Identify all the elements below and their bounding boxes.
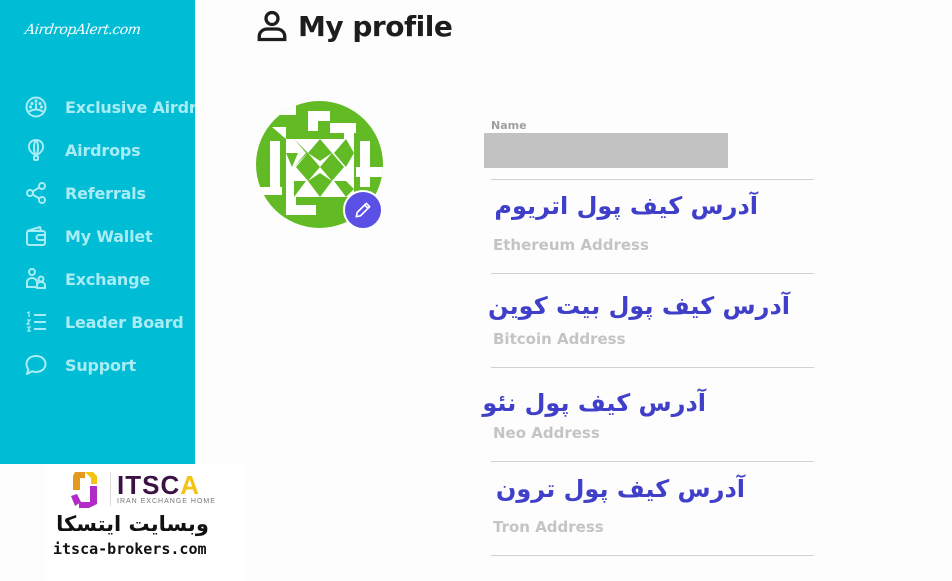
itsca-logo-icon — [71, 472, 97, 508]
ethereum-field-underline — [491, 273, 814, 274]
dashboard-icon — [23, 94, 49, 120]
sidebar-item-label: Referrals — [65, 183, 146, 203]
bitcoin-address-input[interactable] — [493, 328, 813, 350]
sidebar-item-label: Leader Board — [65, 312, 184, 332]
sidebar-item-exclusive-airdrops[interactable]: Exclusive Airdrops — [0, 87, 195, 127]
sidebar-item-support[interactable]: Support — [0, 345, 195, 385]
user-icon — [257, 10, 287, 42]
page-title: My profile — [298, 9, 453, 43]
itsca-tagline: IRAN EXCHANGE HOME — [117, 498, 216, 505]
itsca-url: itsca-brokers.com — [53, 540, 207, 558]
sidebar-item-label: Support — [65, 355, 136, 375]
page: AirdropAlert.com Exclusive Airdrops Aird… — [0, 0, 952, 581]
name-label: Name — [491, 119, 527, 132]
pencil-icon — [355, 202, 371, 218]
neo-annotation: آدرس کیف پول نئو — [482, 389, 706, 417]
balloon-icon — [23, 137, 49, 163]
brand-part: SC — [142, 470, 181, 500]
sidebar: AirdropAlert.com Exclusive Airdrops Aird… — [0, 0, 195, 464]
share-icon — [23, 180, 49, 206]
ordered-list-icon — [23, 309, 49, 335]
sidebar-item-referrals[interactable]: Referrals — [0, 173, 195, 213]
sidebar-item-label: My Wallet — [65, 226, 153, 246]
brand-part: IT — [117, 470, 143, 500]
itsca-brand: ITSCA — [117, 470, 200, 501]
edit-avatar-button[interactable] — [343, 190, 383, 230]
sidebar-item-leader-board[interactable]: Leader Board — [0, 302, 195, 342]
brand-accent: A — [180, 470, 201, 500]
sidebar-item-label: Exchange — [65, 269, 151, 289]
sidebar-item-exchange[interactable]: Exchange — [0, 259, 195, 299]
tron-address-input[interactable] — [493, 516, 813, 538]
neo-field-underline — [491, 461, 814, 462]
sidebar-item-airdrops[interactable]: Airdrops — [0, 130, 195, 170]
page-header: My profile — [254, 8, 453, 44]
exchange-users-icon — [23, 266, 49, 292]
site-logo[interactable]: AirdropAlert.com — [24, 22, 142, 38]
itsca-watermark: ITSCA IRAN EXCHANGE HOME وبسایت ایتسکا i… — [45, 464, 245, 581]
sidebar-item-label: Airdrops — [65, 140, 141, 160]
name-field-underline — [491, 179, 814, 180]
sidebar-item-label: Exclusive Airdrops — [65, 97, 195, 117]
chat-bubble-icon — [23, 352, 49, 378]
sidebar-item-my-wallet[interactable]: My Wallet — [0, 216, 195, 256]
tron-field-underline — [491, 555, 814, 556]
tron-annotation: آدرس کیف پول ترون — [495, 475, 745, 503]
bitcoin-field-underline — [491, 367, 814, 368]
bitcoin-annotation: آدرس کیف پول بیت کوین — [488, 292, 790, 320]
ethereum-address-input[interactable] — [493, 234, 813, 256]
ethereum-annotation: آدرس کیف پول اتریوم — [494, 192, 758, 220]
itsca-site-label: وبسایت ایتسکا — [56, 512, 209, 536]
watermark-divider — [110, 472, 111, 506]
neo-address-input[interactable] — [493, 422, 813, 444]
name-field[interactable] — [484, 133, 728, 168]
wallet-icon — [23, 223, 49, 249]
